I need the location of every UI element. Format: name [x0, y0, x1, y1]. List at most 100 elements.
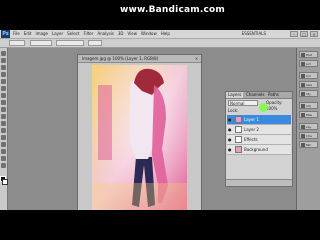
menu-3d[interactable]: 3D — [118, 30, 124, 38]
menu-analysis[interactable]: Analysis — [97, 30, 113, 38]
dock-button-actions[interactable]: Act — [299, 60, 318, 67]
menu-image[interactable]: Image — [35, 30, 48, 38]
eraser-tool-icon[interactable] — [1, 121, 6, 126]
minimize-button[interactable]: – — [290, 31, 298, 37]
actions-icon — [301, 62, 305, 66]
dock-button-masks[interactable]: Mas — [299, 111, 318, 118]
close-button[interactable]: × — [310, 31, 318, 37]
layer-row[interactable]: ● Layer 1 — [227, 115, 291, 125]
dock-button-paths[interactable]: Pat — [299, 141, 318, 148]
quick-select-tool-icon[interactable] — [1, 72, 6, 77]
marquee-tool-icon[interactable] — [1, 58, 6, 63]
layers-icon — [301, 125, 305, 129]
layer-thumbnail — [235, 116, 242, 123]
dock-button-styles[interactable]: Sty — [299, 90, 318, 97]
dock-button-swatches[interactable]: Swa — [299, 81, 318, 88]
paths-icon — [301, 143, 305, 147]
background-color-swatch[interactable] — [2, 179, 8, 185]
option-field-1[interactable] — [30, 40, 52, 46]
history-brush-tool-icon[interactable] — [1, 114, 6, 119]
option-field-2[interactable] — [56, 40, 84, 46]
gradient-tool-icon[interactable] — [1, 128, 6, 133]
dock-button-adjustments[interactable]: Adj — [299, 102, 318, 109]
dock-button-history[interactable]: Hist — [299, 51, 318, 58]
mouse-cursor-highlight — [259, 103, 268, 112]
photo-canvas[interactable] — [92, 65, 187, 210]
workspace-switcher[interactable]: ESSENTIALS — [242, 31, 266, 36]
dodge-tool-icon[interactable] — [1, 135, 6, 140]
channels-icon — [301, 134, 305, 138]
document-tab[interactable]: Imagem.jpg @ 100% (Layer 1, RGB/8) × — [78, 55, 201, 63]
healing-brush-tool-icon[interactable] — [1, 93, 6, 98]
type-tool-icon[interactable] — [1, 149, 6, 154]
menu-file[interactable]: File — [13, 30, 20, 38]
color-icon — [301, 74, 305, 78]
layer-thumbnail — [235, 146, 242, 153]
photo-floor — [92, 183, 187, 210]
couple-photo — [92, 65, 187, 210]
photoshop-logo: Ps — [1, 30, 10, 38]
tab-channels[interactable]: Channels — [244, 92, 267, 98]
document-close-icon[interactable]: × — [194, 56, 199, 61]
history-icon — [301, 53, 305, 57]
layer-name: Layer 2 — [244, 127, 259, 132]
menu-select[interactable]: Select — [67, 30, 79, 38]
tab-paths[interactable]: Paths — [266, 92, 281, 98]
opacity-field[interactable]: Opacity: 100% — [266, 100, 292, 112]
lock-label: Lock: — [228, 108, 239, 113]
blend-mode-select[interactable]: Normal — [228, 100, 258, 106]
eyedropper-tool-icon[interactable] — [1, 86, 6, 91]
swatches-icon — [301, 83, 305, 87]
styles-icon — [301, 92, 305, 96]
lasso-tool-icon[interactable] — [1, 65, 6, 70]
layer-row[interactable]: ● Layer 2 — [227, 125, 291, 135]
option-field-3[interactable] — [88, 40, 102, 46]
layer-thumbnail — [235, 126, 242, 133]
layer-thumbnail — [235, 136, 242, 143]
menu-edit[interactable]: Edit — [24, 30, 32, 38]
menu-items: File Edit Image Layer Select Filter Anal… — [13, 30, 170, 38]
layer-name: Effects — [244, 137, 258, 142]
layer-name: Background — [244, 147, 268, 152]
maximize-button[interactable]: □ — [300, 31, 308, 37]
crop-tool-icon[interactable] — [1, 79, 6, 84]
options-bar — [0, 39, 320, 48]
menu-help[interactable]: Help — [161, 30, 170, 38]
document-title: Imagem.jpg @ 100% (Layer 1, RGB/8) — [82, 56, 159, 61]
panel-dock: Hist Act Col Swa Sty Adj Mas Lay Cha Pat — [296, 48, 320, 210]
layers-panel-header: Layers Channels Paths — [226, 92, 292, 99]
dock-button-layers[interactable]: Lay — [299, 123, 318, 130]
menu-view[interactable]: View — [128, 30, 138, 38]
clone-stamp-tool-icon[interactable] — [1, 107, 6, 112]
letterbox-bottom — [0, 210, 320, 240]
menu-window[interactable]: Window — [141, 30, 157, 38]
dock-button-color[interactable]: Col — [299, 72, 318, 79]
menu-bar: Ps File Edit Image Layer Select Filter A… — [0, 30, 320, 39]
layer-row[interactable]: ● Effects — [227, 135, 291, 145]
tab-layers[interactable]: Layers — [226, 92, 244, 98]
visibility-eye-icon[interactable]: ● — [228, 147, 233, 152]
photo-wall — [98, 85, 112, 160]
layer-row[interactable]: ● Background — [227, 145, 291, 155]
layers-panel-footer — [226, 179, 292, 186]
dock-button-channels[interactable]: Cha — [299, 132, 318, 139]
menu-layer[interactable]: Layer — [52, 30, 63, 38]
document-window: Imagem.jpg @ 100% (Layer 1, RGB/8) × — [77, 54, 202, 210]
letterbox-top: www.Bandicam.com — [0, 0, 320, 30]
visibility-eye-icon[interactable]: ● — [228, 117, 233, 122]
pen-tool-icon[interactable] — [1, 142, 6, 147]
path-select-tool-icon[interactable] — [1, 156, 6, 161]
hand-tool-icon[interactable] — [1, 163, 6, 168]
layer-name: Layer 1 — [244, 117, 259, 122]
photoshop-window: Ps File Edit Image Layer Select Filter A… — [0, 30, 320, 210]
visibility-eye-icon[interactable]: ● — [228, 137, 233, 142]
masks-icon — [301, 113, 305, 117]
window-controls: – □ × — [290, 31, 318, 37]
visibility-eye-icon[interactable]: ● — [228, 127, 233, 132]
adjustments-icon — [301, 104, 305, 108]
move-tool-icon[interactable] — [1, 51, 6, 56]
tools-panel — [0, 48, 8, 210]
brush-tool-icon[interactable] — [1, 100, 6, 105]
menu-filter[interactable]: Filter — [83, 30, 93, 38]
tool-preset-picker[interactable] — [9, 40, 25, 46]
